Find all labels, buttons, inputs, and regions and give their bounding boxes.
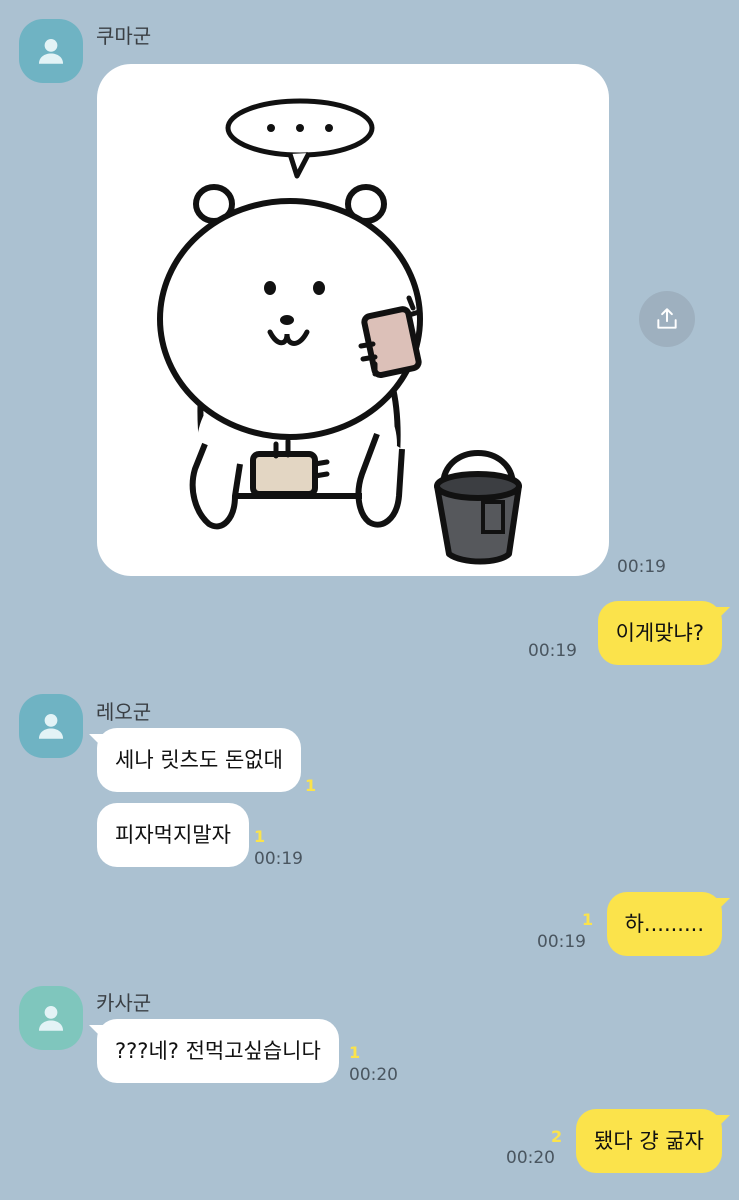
message-time: 00:19 bbox=[254, 849, 303, 869]
share-button[interactable] bbox=[639, 291, 695, 347]
message-time: 00:19 bbox=[617, 557, 666, 577]
message-bubble[interactable]: 피자먹지말자 bbox=[97, 803, 249, 867]
message-time: 00:20 bbox=[349, 1065, 398, 1085]
sticker-image[interactable] bbox=[97, 64, 609, 576]
bear-sticker-illustration bbox=[157, 98, 522, 565]
person-icon bbox=[38, 1005, 64, 1031]
unread-count: 1 bbox=[349, 1043, 361, 1062]
my-message-bubble[interactable]: 됐다 걍 굶자 bbox=[576, 1109, 730, 1173]
my-message-bubble[interactable]: 이게맞냐? bbox=[597, 601, 731, 665]
message-time: 00:19 bbox=[537, 932, 586, 952]
my-message-bubble[interactable]: 하......... bbox=[606, 892, 731, 956]
avatar-kumagun[interactable] bbox=[19, 19, 83, 83]
sender-name: 레오군 bbox=[96, 700, 152, 724]
unread-count: 1 bbox=[305, 776, 317, 795]
unread-count: 2 bbox=[551, 1127, 563, 1146]
avatar-kasagun[interactable] bbox=[19, 986, 83, 1050]
message-bubble[interactable]: 세나 릿츠도 돈없대 bbox=[89, 728, 301, 792]
unread-count: 1 bbox=[254, 827, 266, 846]
sender-name: 쿠마군 bbox=[96, 24, 152, 48]
message-bubble[interactable]: ???네? 전먹고싶습니다 bbox=[89, 1019, 339, 1083]
person-icon bbox=[38, 38, 64, 64]
share-icon bbox=[657, 308, 677, 329]
sender-name: 카사군 bbox=[96, 991, 152, 1015]
unread-count: 1 bbox=[582, 910, 594, 929]
message-time: 00:20 bbox=[506, 1148, 555, 1168]
person-icon bbox=[38, 713, 64, 739]
message-time: 00:19 bbox=[528, 641, 577, 661]
avatar-leogun[interactable] bbox=[19, 694, 83, 758]
